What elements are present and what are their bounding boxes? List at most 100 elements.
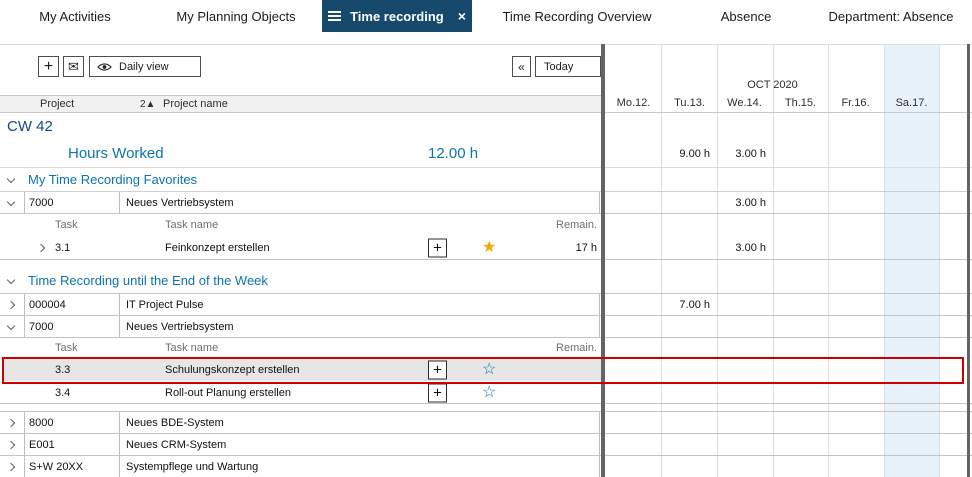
hours-cell-we[interactable]: 3.00 h: [718, 197, 766, 209]
task-name[interactable]: Schulungskonzept erstellen: [165, 364, 300, 376]
project-name-cell[interactable]: Neues Vertriebsystem: [120, 192, 600, 213]
eye-icon: [97, 62, 112, 72]
panel-splitter[interactable]: [601, 44, 605, 477]
project-row[interactable]: S+W 20XX Systempflege und Wartung: [0, 456, 972, 477]
chevron-down-icon[interactable]: [7, 198, 15, 206]
right-panel-splitter[interactable]: [967, 44, 970, 477]
row-spacer: [0, 404, 972, 412]
day-header-fr: Fr.16.: [828, 97, 883, 109]
add-button[interactable]: +: [38, 56, 59, 77]
task-column-header: Task: [55, 219, 78, 231]
mail-button[interactable]: ✉: [63, 56, 84, 77]
remaining-column-header: Remain.: [500, 342, 597, 354]
task-name-column-header: Task name: [165, 219, 218, 231]
table-header: Project 2▲ Project name: [0, 95, 601, 113]
task-header-row: Task Task name Remain.: [0, 214, 972, 236]
chevron-right-icon[interactable]: [7, 419, 15, 427]
month-year-label: OCT 2020: [606, 79, 939, 91]
column-header-project-name[interactable]: Project name: [163, 98, 228, 110]
project-row[interactable]: 8000 Neues BDE-System: [0, 412, 972, 434]
hours-cell-we[interactable]: 3.00 h: [718, 242, 766, 254]
hours-worked-label: Hours Worked: [68, 145, 164, 162]
previous-week-button[interactable]: «: [512, 56, 531, 77]
today-button[interactable]: Today: [535, 56, 601, 77]
project-id-cell[interactable]: 7000: [24, 192, 120, 213]
task-id[interactable]: 3.4: [55, 387, 70, 399]
project-id-cell[interactable]: S+W 20XX: [24, 456, 120, 477]
content-top-divider: [0, 44, 972, 45]
chevron-right-icon[interactable]: [7, 463, 15, 471]
task-name[interactable]: Feinkonzept erstellen: [165, 242, 270, 254]
task-row[interactable]: 3.1 Feinkonzept erstellen + ★ 17 h 3.00 …: [0, 236, 972, 260]
tab-my-planning-objects[interactable]: My Planning Objects: [150, 0, 322, 32]
hours-cell-we[interactable]: 3.00 h: [718, 148, 766, 160]
sort-indicator: 2▲: [140, 99, 155, 110]
tab-department-absence[interactable]: Department: Absence: [810, 0, 972, 32]
project-row[interactable]: E001 Neues CRM-System: [0, 434, 972, 456]
double-chevron-left-icon: «: [518, 60, 525, 74]
tab-my-activities[interactable]: My Activities: [0, 0, 150, 32]
column-header-project[interactable]: Project: [40, 98, 74, 110]
project-name-cell[interactable]: Systempflege und Wartung: [120, 456, 600, 477]
plus-icon: +: [433, 384, 442, 401]
project-id-cell[interactable]: 000004: [24, 294, 120, 315]
time-recording-app: My Activities My Planning Objects Time r…: [0, 0, 972, 477]
remaining-hours: 17 h: [500, 242, 597, 254]
add-time-button[interactable]: +: [428, 361, 447, 380]
project-name-cell[interactable]: Neues Vertriebsystem: [120, 316, 600, 337]
favorite-star-filled-icon[interactable]: ★: [482, 240, 496, 256]
project-id-cell[interactable]: 8000: [24, 412, 120, 433]
favorite-star-outline-icon[interactable]: ☆: [482, 385, 496, 401]
day-header-tu: Tu.13.: [662, 97, 717, 109]
daily-view-label: Daily view: [119, 61, 169, 73]
chevron-down-icon[interactable]: [7, 276, 15, 284]
plus-icon: +: [433, 239, 442, 256]
tab-time-recording-overview[interactable]: Time Recording Overview: [472, 0, 682, 32]
hours-worked-total: 12.00 h: [428, 145, 478, 162]
favorite-star-outline-icon[interactable]: ☆: [482, 362, 496, 378]
hours-cell-tu[interactable]: 9.00 h: [662, 148, 710, 160]
selected-row-background: [4, 359, 601, 381]
add-time-button[interactable]: +: [428, 238, 447, 257]
section-week-plan[interactable]: Time Recording until the End of the Week: [0, 260, 972, 294]
task-name-column-header: Task name: [165, 342, 218, 354]
task-header-row: Task Task name Remain.: [0, 338, 972, 358]
tab-absence[interactable]: Absence: [682, 0, 810, 32]
chevron-right-icon[interactable]: [7, 441, 15, 449]
task-name[interactable]: Roll-out Planung erstellen: [165, 387, 291, 399]
tab-bar: My Activities My Planning Objects Time r…: [0, 0, 972, 32]
section-week-plan-title: Time Recording until the End of the Week: [28, 273, 268, 288]
plus-icon: +: [433, 362, 442, 379]
daily-view-button[interactable]: Daily view: [89, 56, 201, 77]
task-row[interactable]: 3.4 Roll-out Planung erstellen + ☆: [0, 382, 972, 404]
add-time-button[interactable]: +: [428, 383, 447, 402]
day-header-we: We.14.: [717, 97, 772, 109]
project-row[interactable]: 7000 Neues Vertriebsystem 3.00 h: [0, 192, 972, 214]
hours-cell-tu[interactable]: 7.00 h: [662, 299, 710, 311]
day-header-mo: Mo.12.: [606, 97, 661, 109]
project-id-cell[interactable]: E001: [24, 434, 120, 455]
menu-icon[interactable]: [328, 11, 341, 21]
envelope-icon: ✉: [68, 59, 79, 75]
task-id[interactable]: 3.1: [55, 242, 70, 254]
tab-time-recording[interactable]: Time recording ×: [322, 0, 472, 32]
plus-icon: +: [44, 58, 53, 76]
section-favorites[interactable]: My Time Recording Favorites: [0, 168, 972, 192]
project-name-cell[interactable]: Neues BDE-System: [120, 412, 600, 433]
calendar-week-label: CW 42: [7, 118, 53, 135]
project-name-cell[interactable]: IT Project Pulse: [120, 294, 600, 315]
chevron-right-icon[interactable]: [7, 301, 15, 309]
project-id-cell[interactable]: 7000: [24, 316, 120, 337]
day-header-sa: Sa.17.: [884, 97, 939, 109]
tab-time-recording-label: Time recording: [350, 9, 444, 24]
chevron-down-icon[interactable]: [7, 322, 15, 330]
section-favorites-title: My Time Recording Favorites: [28, 172, 197, 187]
close-tab-icon[interactable]: ×: [458, 8, 466, 24]
chevron-down-icon[interactable]: [7, 175, 15, 183]
chevron-right-icon[interactable]: [37, 244, 45, 252]
project-name-cell[interactable]: Neues CRM-System: [120, 434, 600, 455]
task-id[interactable]: 3.3: [55, 364, 70, 376]
task-row-selected[interactable]: 3.3 Schulungskonzept erstellen + ☆: [0, 358, 972, 382]
project-row[interactable]: 000004 IT Project Pulse 7.00 h: [0, 294, 972, 316]
project-row[interactable]: 7000 Neues Vertriebsystem: [0, 316, 972, 338]
